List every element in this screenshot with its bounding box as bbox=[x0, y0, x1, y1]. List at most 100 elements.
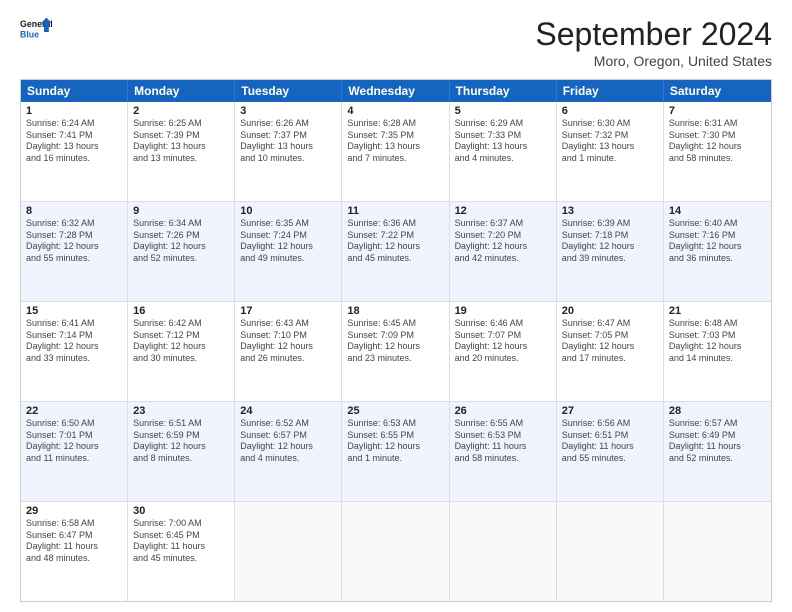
calendar-cell: 11Sunrise: 6:36 AM Sunset: 7:22 PM Dayli… bbox=[342, 202, 449, 301]
cell-info: Sunrise: 6:28 AM Sunset: 7:35 PM Dayligh… bbox=[347, 118, 443, 165]
cell-info: Sunrise: 6:51 AM Sunset: 6:59 PM Dayligh… bbox=[133, 418, 229, 465]
calendar: SundayMondayTuesdayWednesdayThursdayFrid… bbox=[20, 79, 772, 602]
cell-date: 23 bbox=[133, 405, 229, 417]
cell-date: 30 bbox=[133, 505, 229, 517]
cell-info: Sunrise: 6:50 AM Sunset: 7:01 PM Dayligh… bbox=[26, 418, 122, 465]
calendar-cell: 22Sunrise: 6:50 AM Sunset: 7:01 PM Dayli… bbox=[21, 402, 128, 501]
cell-info: Sunrise: 6:55 AM Sunset: 6:53 PM Dayligh… bbox=[455, 418, 551, 465]
calendar-cell: 2Sunrise: 6:25 AM Sunset: 7:39 PM Daylig… bbox=[128, 102, 235, 201]
cell-info: Sunrise: 6:36 AM Sunset: 7:22 PM Dayligh… bbox=[347, 218, 443, 265]
day-header-friday: Friday bbox=[557, 80, 664, 102]
cell-date: 18 bbox=[347, 305, 443, 317]
day-header-monday: Monday bbox=[128, 80, 235, 102]
cell-info: Sunrise: 6:45 AM Sunset: 7:09 PM Dayligh… bbox=[347, 318, 443, 365]
calendar-cell bbox=[235, 502, 342, 601]
cell-info: Sunrise: 6:41 AM Sunset: 7:14 PM Dayligh… bbox=[26, 318, 122, 365]
calendar-cell: 29Sunrise: 6:58 AM Sunset: 6:47 PM Dayli… bbox=[21, 502, 128, 601]
cell-date: 10 bbox=[240, 205, 336, 217]
cell-date: 12 bbox=[455, 205, 551, 217]
cell-info: Sunrise: 6:30 AM Sunset: 7:32 PM Dayligh… bbox=[562, 118, 658, 165]
calendar-cell: 9Sunrise: 6:34 AM Sunset: 7:26 PM Daylig… bbox=[128, 202, 235, 301]
calendar-body: 1Sunrise: 6:24 AM Sunset: 7:41 PM Daylig… bbox=[21, 102, 771, 601]
day-header-sunday: Sunday bbox=[21, 80, 128, 102]
cell-info: Sunrise: 6:35 AM Sunset: 7:24 PM Dayligh… bbox=[240, 218, 336, 265]
calendar-cell: 27Sunrise: 6:56 AM Sunset: 6:51 PM Dayli… bbox=[557, 402, 664, 501]
cell-date: 22 bbox=[26, 405, 122, 417]
calendar-row: 1Sunrise: 6:24 AM Sunset: 7:41 PM Daylig… bbox=[21, 102, 771, 201]
cell-info: Sunrise: 6:24 AM Sunset: 7:41 PM Dayligh… bbox=[26, 118, 122, 165]
logo: General Blue bbox=[20, 16, 52, 48]
cell-date: 29 bbox=[26, 505, 122, 517]
cell-info: Sunrise: 6:40 AM Sunset: 7:16 PM Dayligh… bbox=[669, 218, 766, 265]
calendar-cell: 5Sunrise: 6:29 AM Sunset: 7:33 PM Daylig… bbox=[450, 102, 557, 201]
calendar-cell: 19Sunrise: 6:46 AM Sunset: 7:07 PM Dayli… bbox=[450, 302, 557, 401]
calendar-cell: 15Sunrise: 6:41 AM Sunset: 7:14 PM Dayli… bbox=[21, 302, 128, 401]
calendar-row: 15Sunrise: 6:41 AM Sunset: 7:14 PM Dayli… bbox=[21, 301, 771, 401]
cell-info: Sunrise: 6:57 AM Sunset: 6:49 PM Dayligh… bbox=[669, 418, 766, 465]
cell-info: Sunrise: 6:58 AM Sunset: 6:47 PM Dayligh… bbox=[26, 518, 122, 565]
cell-date: 2 bbox=[133, 105, 229, 117]
cell-date: 27 bbox=[562, 405, 658, 417]
cell-date: 5 bbox=[455, 105, 551, 117]
day-header-wednesday: Wednesday bbox=[342, 80, 449, 102]
calendar-cell: 10Sunrise: 6:35 AM Sunset: 7:24 PM Dayli… bbox=[235, 202, 342, 301]
calendar-cell: 18Sunrise: 6:45 AM Sunset: 7:09 PM Dayli… bbox=[342, 302, 449, 401]
cell-date: 17 bbox=[240, 305, 336, 317]
calendar-cell bbox=[557, 502, 664, 601]
cell-date: 25 bbox=[347, 405, 443, 417]
calendar-cell: 28Sunrise: 6:57 AM Sunset: 6:49 PM Dayli… bbox=[664, 402, 771, 501]
cell-date: 1 bbox=[26, 105, 122, 117]
cell-info: Sunrise: 6:31 AM Sunset: 7:30 PM Dayligh… bbox=[669, 118, 766, 165]
title-block: September 2024 Moro, Oregon, United Stat… bbox=[535, 16, 772, 69]
calendar-cell: 12Sunrise: 6:37 AM Sunset: 7:20 PM Dayli… bbox=[450, 202, 557, 301]
cell-date: 14 bbox=[669, 205, 766, 217]
cell-date: 28 bbox=[669, 405, 766, 417]
cell-info: Sunrise: 6:29 AM Sunset: 7:33 PM Dayligh… bbox=[455, 118, 551, 165]
cell-date: 16 bbox=[133, 305, 229, 317]
cell-info: Sunrise: 6:32 AM Sunset: 7:28 PM Dayligh… bbox=[26, 218, 122, 265]
day-header-tuesday: Tuesday bbox=[235, 80, 342, 102]
calendar-cell: 24Sunrise: 6:52 AM Sunset: 6:57 PM Dayli… bbox=[235, 402, 342, 501]
cell-info: Sunrise: 6:47 AM Sunset: 7:05 PM Dayligh… bbox=[562, 318, 658, 365]
calendar-cell: 17Sunrise: 6:43 AM Sunset: 7:10 PM Dayli… bbox=[235, 302, 342, 401]
cell-date: 15 bbox=[26, 305, 122, 317]
calendar-cell: 8Sunrise: 6:32 AM Sunset: 7:28 PM Daylig… bbox=[21, 202, 128, 301]
cell-info: Sunrise: 6:53 AM Sunset: 6:55 PM Dayligh… bbox=[347, 418, 443, 465]
cell-info: Sunrise: 6:37 AM Sunset: 7:20 PM Dayligh… bbox=[455, 218, 551, 265]
header: General Blue September 2024 Moro, Oregon… bbox=[20, 16, 772, 69]
calendar-cell: 3Sunrise: 6:26 AM Sunset: 7:37 PM Daylig… bbox=[235, 102, 342, 201]
calendar-cell bbox=[450, 502, 557, 601]
calendar-header: SundayMondayTuesdayWednesdayThursdayFrid… bbox=[21, 80, 771, 102]
cell-date: 3 bbox=[240, 105, 336, 117]
cell-date: 6 bbox=[562, 105, 658, 117]
main-title: September 2024 bbox=[535, 16, 772, 53]
cell-info: Sunrise: 6:48 AM Sunset: 7:03 PM Dayligh… bbox=[669, 318, 766, 365]
calendar-cell bbox=[664, 502, 771, 601]
day-header-thursday: Thursday bbox=[450, 80, 557, 102]
logo-icon: General Blue bbox=[20, 16, 52, 48]
calendar-cell: 20Sunrise: 6:47 AM Sunset: 7:05 PM Dayli… bbox=[557, 302, 664, 401]
calendar-row: 22Sunrise: 6:50 AM Sunset: 7:01 PM Dayli… bbox=[21, 401, 771, 501]
calendar-cell: 4Sunrise: 6:28 AM Sunset: 7:35 PM Daylig… bbox=[342, 102, 449, 201]
cell-info: Sunrise: 7:00 AM Sunset: 6:45 PM Dayligh… bbox=[133, 518, 229, 565]
svg-text:Blue: Blue bbox=[20, 30, 39, 40]
cell-info: Sunrise: 6:42 AM Sunset: 7:12 PM Dayligh… bbox=[133, 318, 229, 365]
cell-info: Sunrise: 6:26 AM Sunset: 7:37 PM Dayligh… bbox=[240, 118, 336, 165]
cell-date: 8 bbox=[26, 205, 122, 217]
cell-date: 19 bbox=[455, 305, 551, 317]
cell-date: 26 bbox=[455, 405, 551, 417]
cell-info: Sunrise: 6:56 AM Sunset: 6:51 PM Dayligh… bbox=[562, 418, 658, 465]
cell-info: Sunrise: 6:43 AM Sunset: 7:10 PM Dayligh… bbox=[240, 318, 336, 365]
cell-info: Sunrise: 6:25 AM Sunset: 7:39 PM Dayligh… bbox=[133, 118, 229, 165]
calendar-cell: 23Sunrise: 6:51 AM Sunset: 6:59 PM Dayli… bbox=[128, 402, 235, 501]
calendar-cell: 7Sunrise: 6:31 AM Sunset: 7:30 PM Daylig… bbox=[664, 102, 771, 201]
day-header-saturday: Saturday bbox=[664, 80, 771, 102]
cell-info: Sunrise: 6:39 AM Sunset: 7:18 PM Dayligh… bbox=[562, 218, 658, 265]
cell-info: Sunrise: 6:52 AM Sunset: 6:57 PM Dayligh… bbox=[240, 418, 336, 465]
cell-date: 13 bbox=[562, 205, 658, 217]
calendar-cell: 25Sunrise: 6:53 AM Sunset: 6:55 PM Dayli… bbox=[342, 402, 449, 501]
calendar-row: 8Sunrise: 6:32 AM Sunset: 7:28 PM Daylig… bbox=[21, 201, 771, 301]
cell-date: 7 bbox=[669, 105, 766, 117]
calendar-cell: 13Sunrise: 6:39 AM Sunset: 7:18 PM Dayli… bbox=[557, 202, 664, 301]
calendar-page: General Blue September 2024 Moro, Oregon… bbox=[0, 0, 792, 612]
